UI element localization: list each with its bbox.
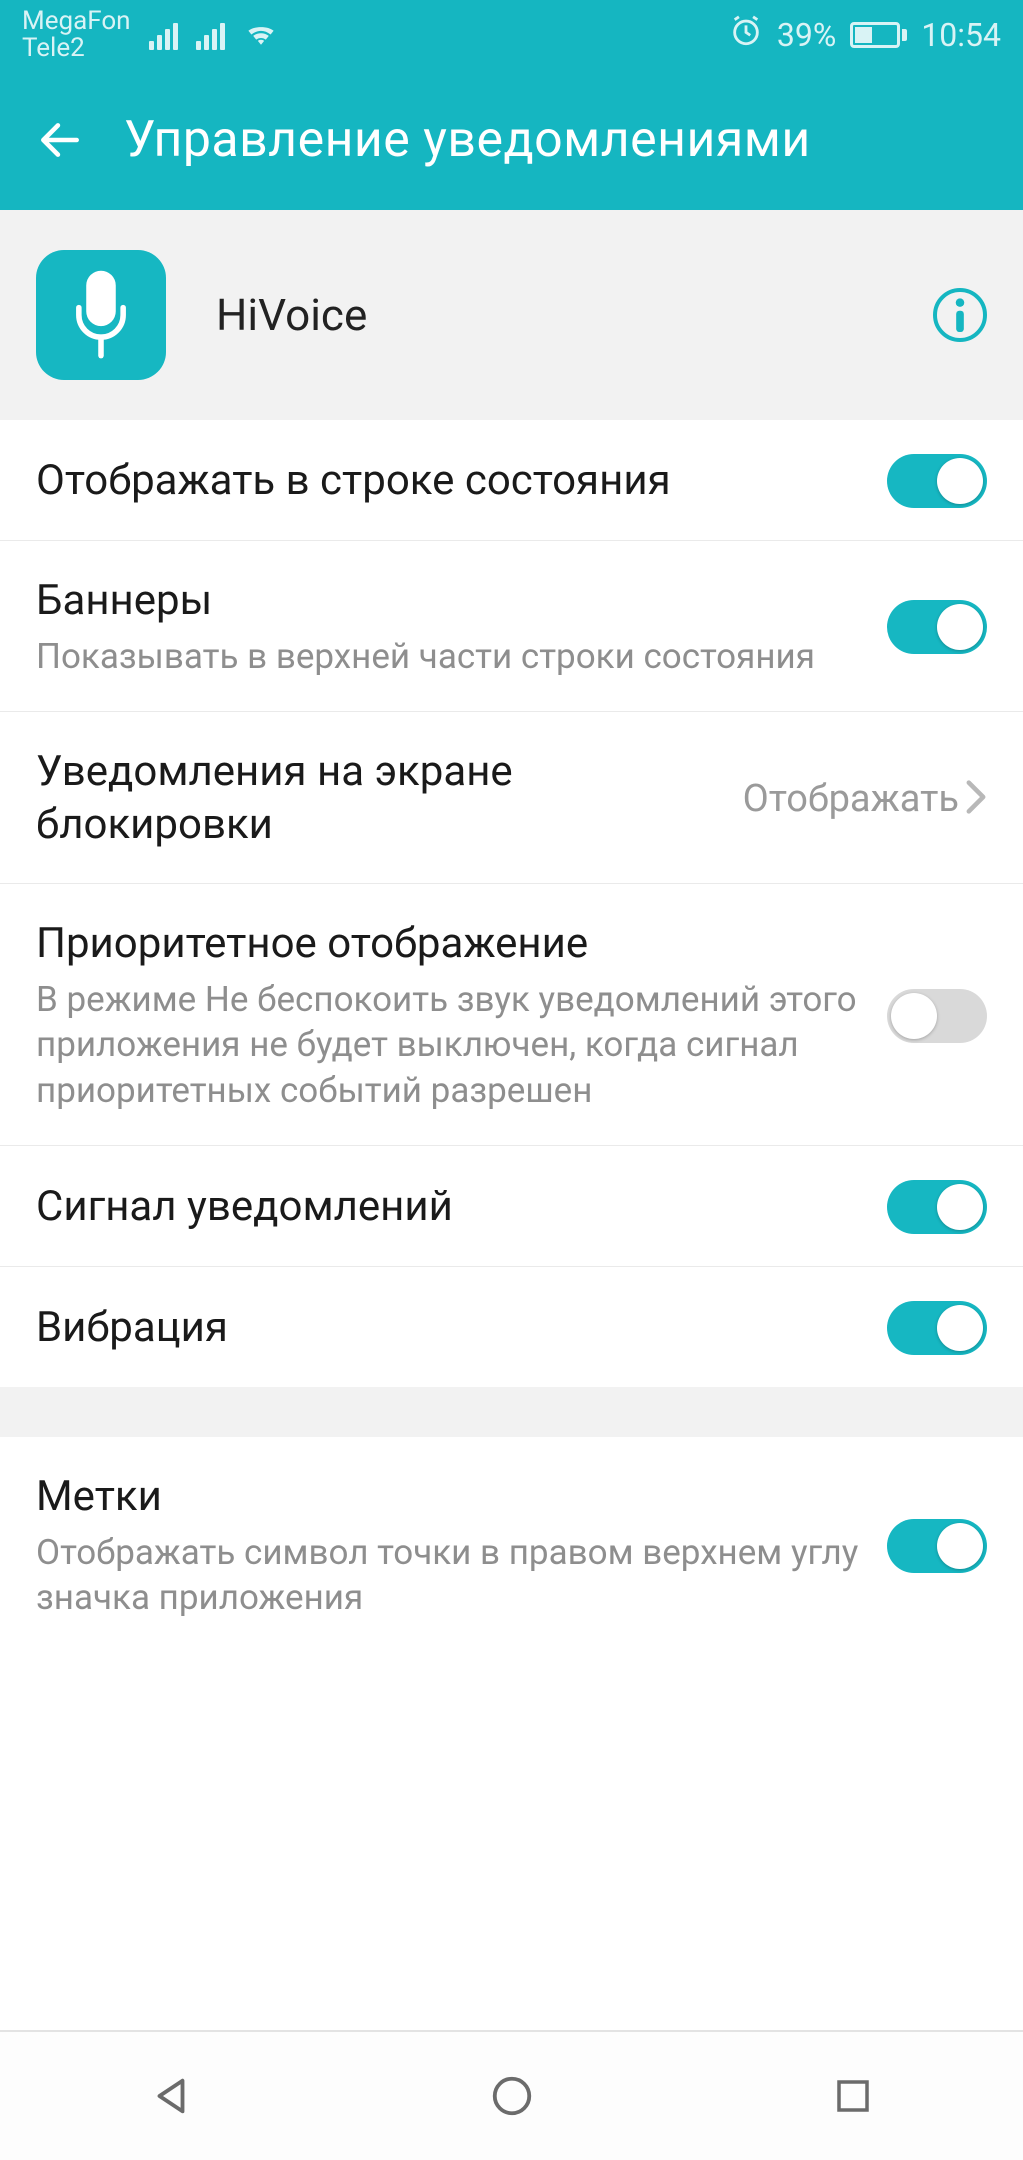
- app-icon: [36, 250, 166, 380]
- row-title: Отображать в строке состояния: [36, 455, 863, 508]
- row-title: Сигнал уведомлений: [36, 1181, 863, 1234]
- nav-back-button[interactable]: [136, 2061, 206, 2131]
- clock-time: 10:54: [921, 16, 1001, 54]
- alarm-icon: [729, 14, 763, 56]
- settings-group-1: Отображать в строке состояния Баннеры По…: [0, 420, 1023, 1387]
- row-subtitle: Отображать символ точки в правом верхнем…: [36, 1530, 863, 1621]
- signal-icon-1: [149, 20, 178, 50]
- row-vibration[interactable]: Вибрация: [0, 1267, 1023, 1387]
- app-bar: Управление уведомлениями: [0, 70, 1023, 210]
- toggle-vibration[interactable]: [887, 1301, 987, 1355]
- toggle-sound[interactable]: [887, 1180, 987, 1234]
- settings-group-2: Метки Отображать символ точки в правом в…: [0, 1437, 1023, 1653]
- battery-icon: [850, 22, 907, 48]
- nav-home-button[interactable]: [477, 2061, 547, 2131]
- back-button[interactable]: [30, 110, 90, 170]
- signal-icon-2: [196, 20, 225, 50]
- toggle-banners[interactable]: [887, 600, 987, 654]
- row-title: Приоритетное отображение: [36, 918, 863, 971]
- status-bar: MegaFon Tele2 39% 10:54: [0, 0, 1023, 70]
- row-title: Метки: [36, 1471, 863, 1524]
- row-value: Отображать: [743, 777, 959, 821]
- row-title: Вибрация: [36, 1302, 863, 1355]
- row-title: Уведомления на экране блокировки: [36, 746, 719, 851]
- navigation-bar: [0, 2030, 1023, 2160]
- spacer: [0, 1653, 1023, 2031]
- app-header: HiVoice: [0, 210, 1023, 420]
- carrier-1: MegaFon: [22, 8, 131, 35]
- page-title: Управление уведомлениями: [124, 111, 811, 169]
- carriers: MegaFon Tele2: [22, 8, 131, 63]
- row-priority[interactable]: Приоритетное отображение В режиме Не бес…: [0, 884, 1023, 1146]
- row-sound[interactable]: Сигнал уведомлений: [0, 1146, 1023, 1267]
- row-badges[interactable]: Метки Отображать символ точки в правом в…: [0, 1437, 1023, 1653]
- nav-recents-button[interactable]: [818, 2061, 888, 2131]
- chevron-right-icon: [965, 779, 987, 819]
- row-title: Баннеры: [36, 575, 863, 628]
- carrier-2: Tele2: [22, 35, 131, 62]
- info-button[interactable]: [933, 288, 987, 342]
- status-left: MegaFon Tele2: [22, 8, 279, 63]
- screen: MegaFon Tele2 39% 10:54 Управление уведо…: [0, 0, 1023, 2160]
- row-banners[interactable]: Баннеры Показывать в верхней части строк…: [0, 541, 1023, 712]
- toggle-status-bar[interactable]: [887, 454, 987, 508]
- section-gap: [0, 1387, 1023, 1437]
- battery-percent: 39%: [777, 16, 836, 54]
- status-right: 39% 10:54: [729, 14, 1001, 56]
- app-name: HiVoice: [216, 289, 367, 341]
- row-lockscreen[interactable]: Уведомления на экране блокировки Отображ…: [0, 712, 1023, 884]
- toggle-badges[interactable]: [887, 1519, 987, 1573]
- toggle-priority[interactable]: [887, 989, 987, 1043]
- wifi-icon: [243, 17, 279, 54]
- row-subtitle: Показывать в верхней части строки состоя…: [36, 634, 863, 680]
- row-subtitle: В режиме Не беспокоить звук уведомлений …: [36, 977, 863, 1114]
- row-status-bar[interactable]: Отображать в строке состояния: [0, 420, 1023, 541]
